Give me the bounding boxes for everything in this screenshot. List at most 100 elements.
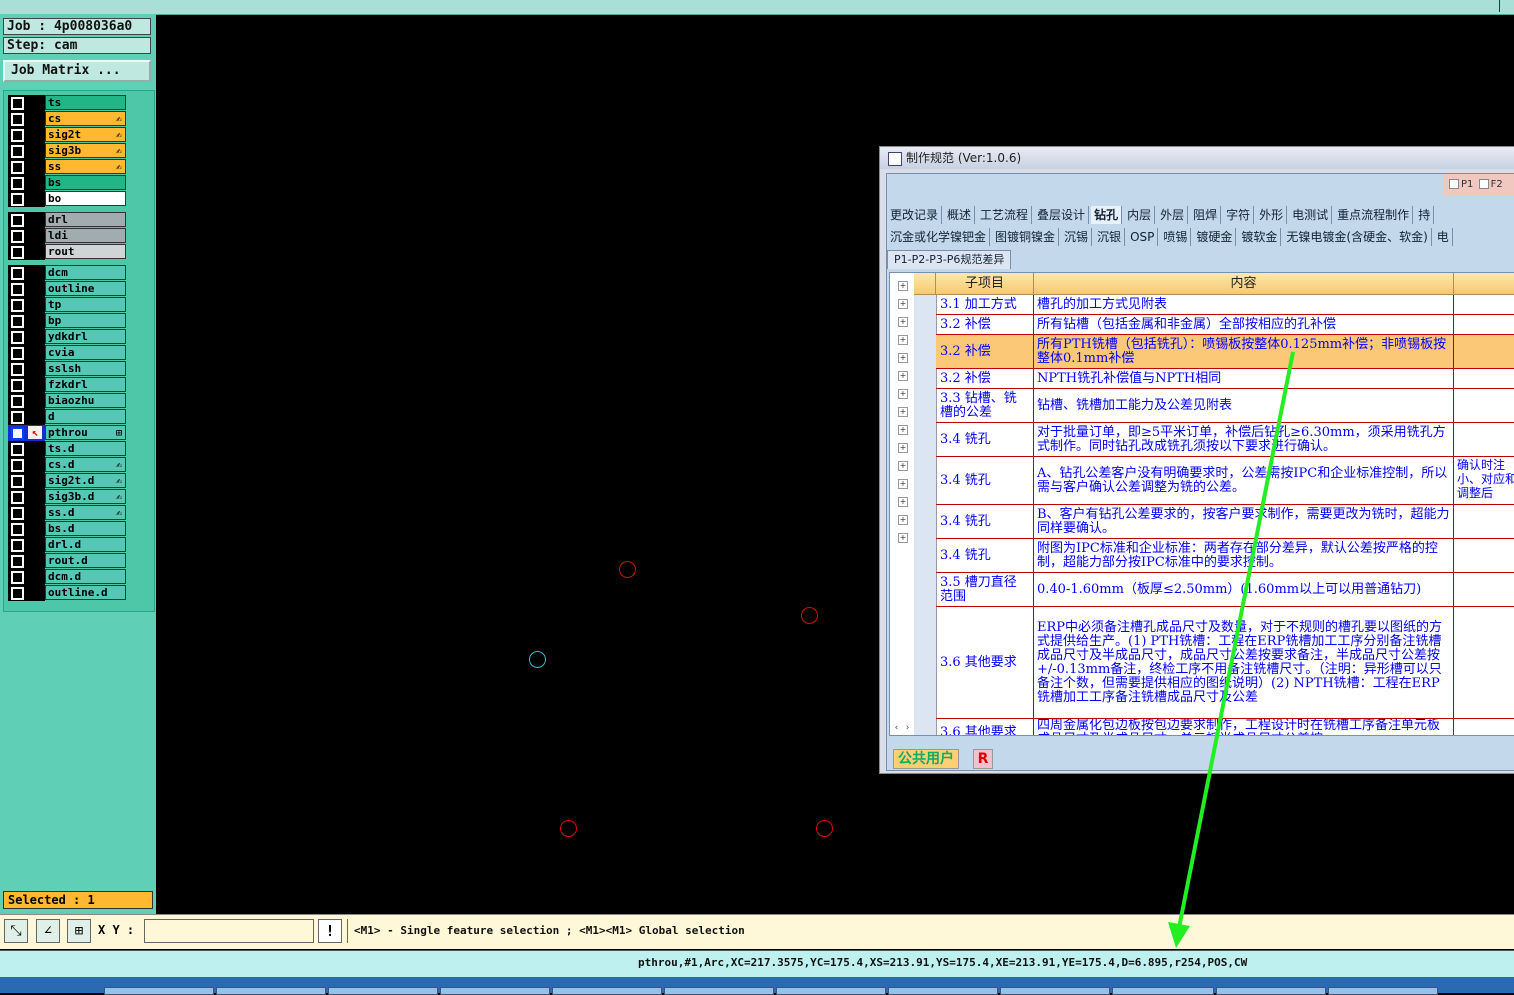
taskbar-item[interactable] [1216,987,1326,995]
layer-checkbox[interactable] [11,523,24,536]
layer-name[interactable]: dcm.d [45,569,126,584]
layer-status-area[interactable] [8,159,45,175]
taskbar-item[interactable] [328,987,438,995]
layer-row[interactable]: ↖ pthrou ⊞ [8,425,127,441]
layer-name[interactable]: outline.d [45,585,126,600]
tree-expand-icon[interactable]: + [898,299,908,309]
table-row[interactable]: 3.2 补偿 所有钻槽（包括金属和非金属）全部按相应的孔补偿 [936,315,1514,335]
taskbar-item[interactable] [776,987,886,995]
layer-name[interactable]: cs.d ✍ [45,457,126,472]
tab-tabs_row2-7[interactable]: 镀软金 [1238,228,1282,246]
layer-row[interactable]: rout.d [8,553,127,569]
layer-checkbox[interactable] [11,491,24,504]
zoom-tool-button[interactable]: ⤡ [4,919,28,943]
layer-status-area[interactable] [8,473,45,489]
layer-row[interactable]: cs ✍ [8,111,127,127]
tab-p-diff[interactable]: P1-P2-P3-P6规范差异 [887,250,1012,269]
tab-tabs_row2-5[interactable]: 喷锡 [1160,228,1192,246]
layer-status-area[interactable] [8,537,45,553]
layer-checkbox[interactable] [11,331,24,344]
layer-name[interactable]: pthrou ⊞ [45,425,126,440]
layer-status-area[interactable] [8,329,45,345]
layer-row[interactable]: drl.d [8,537,127,553]
layer-row[interactable]: bs [8,175,127,191]
layer-status-area[interactable] [8,377,45,393]
table-row[interactable]: 3.5 槽刀直径范围 0.40-1.60mm（板厚≤2.50mm）(1.60mm以… [936,573,1514,607]
pad-circle[interactable] [816,820,833,837]
layer-name[interactable]: ts [45,95,126,110]
layer-row[interactable]: ydkdrl [8,329,127,345]
layer-checkbox[interactable] [11,161,24,174]
layer-name[interactable]: ts.d [45,441,126,456]
tab-tabs_row1-2[interactable]: 工艺流程 [977,206,1033,224]
layer-status-area[interactable] [8,95,45,111]
layer-row[interactable]: ldi [8,228,127,244]
tab-tabs_row2-9[interactable]: 电 [1434,228,1453,246]
layer-row[interactable]: fzkdrl [8,377,127,393]
layer-row[interactable]: ts [8,95,127,111]
tree-expand-icon[interactable]: + [898,461,908,471]
p1-checkbox[interactable] [1449,179,1459,189]
layer-checkbox[interactable] [11,587,24,600]
layer-checkbox[interactable] [11,283,24,296]
taskbar-item[interactable] [104,987,214,995]
layer-name[interactable]: rout [45,244,126,259]
tree-expand-icon[interactable]: + [898,515,908,525]
layer-status-area[interactable] [8,297,45,313]
layer-checkbox[interactable] [11,347,24,360]
layer-row[interactable]: drl [8,212,127,228]
table-row[interactable]: 3.3 钻槽、铣槽的公差 钻槽、铣槽加工能力及公差见附表 [936,389,1514,423]
tab-tabs_row1-5[interactable]: 内层 [1124,206,1156,224]
layer-name[interactable]: bs.d [45,521,126,536]
tab-tabs_row2-8[interactable]: 无镍电镀金(含硬金、软金) [1283,228,1432,246]
layer-checkbox[interactable] [11,379,24,392]
tab-tabs_row2-1[interactable]: 图镀铜镍金 [992,228,1060,246]
layer-status-area[interactable] [8,505,45,521]
layer-name[interactable]: cs ✍ [45,111,126,126]
layer-checkbox[interactable] [11,395,24,408]
layer-status-area[interactable] [8,569,45,585]
layer-name[interactable]: bs [45,175,126,190]
tab-tabs_row1-3[interactable]: 叠层设计 [1034,206,1090,224]
layer-status-area[interactable] [8,553,45,569]
layer-row[interactable]: sig2t ✍ [8,127,127,143]
tab-tabs_row1-1[interactable]: 概述 [944,206,976,224]
table-row[interactable]: 3.1 加工方式 槽孔的加工方式见附表 [936,295,1514,315]
layer-status-area[interactable] [8,457,45,473]
tree-expand-icon[interactable]: + [898,371,908,381]
layer-status-area[interactable]: ↖ [8,425,45,441]
layer-name[interactable]: dcm [45,265,126,280]
layer-checkbox[interactable] [11,427,24,440]
layer-row[interactable]: ss ✍ [8,159,127,175]
layer-checkbox[interactable] [11,129,24,142]
layer-status-area[interactable] [8,191,45,207]
layer-status-area[interactable] [8,281,45,297]
taskbar-item[interactable] [552,987,662,995]
layer-status-area[interactable] [8,111,45,127]
layer-name[interactable]: d [45,409,126,424]
layer-checkbox[interactable] [11,193,24,206]
col-header-extra[interactable] [1454,273,1514,295]
taskbar-item[interactable] [440,987,550,995]
r-button[interactable]: R [973,749,993,769]
pad-circle[interactable] [619,561,636,578]
tab-tabs_row1-11[interactable]: 重点流程制作 [1334,206,1414,224]
tree-expand-icon[interactable]: + [898,407,908,417]
layer-status-area[interactable] [8,361,45,377]
tab-tabs_row1-8[interactable]: 字符 [1223,206,1255,224]
layer-name[interactable]: cvia [45,345,126,360]
layer-row[interactable]: ss.d ✍ [8,505,127,521]
layer-name[interactable]: rout.d [45,553,126,568]
table-row[interactable]: 3.4 铣孔 A、钻孔公差客户没有明确要求时，公差需按IPC和企业标准控制，所以需… [936,457,1514,505]
layer-name[interactable]: biaozhu [45,393,126,408]
layer-status-area[interactable] [8,313,45,329]
layer-name[interactable]: sslsh [45,361,126,376]
layer-name[interactable]: ydkdrl [45,329,126,344]
scroll-arrows[interactable]: ‹ › [890,723,914,735]
layer-checkbox[interactable] [11,315,24,328]
tab-tabs_row2-3[interactable]: 沉银 [1094,228,1126,246]
layer-name[interactable]: outline [45,281,126,296]
layer-checkbox[interactable] [11,571,24,584]
layer-row[interactable]: cvia [8,345,127,361]
layer-status-area[interactable] [8,489,45,505]
